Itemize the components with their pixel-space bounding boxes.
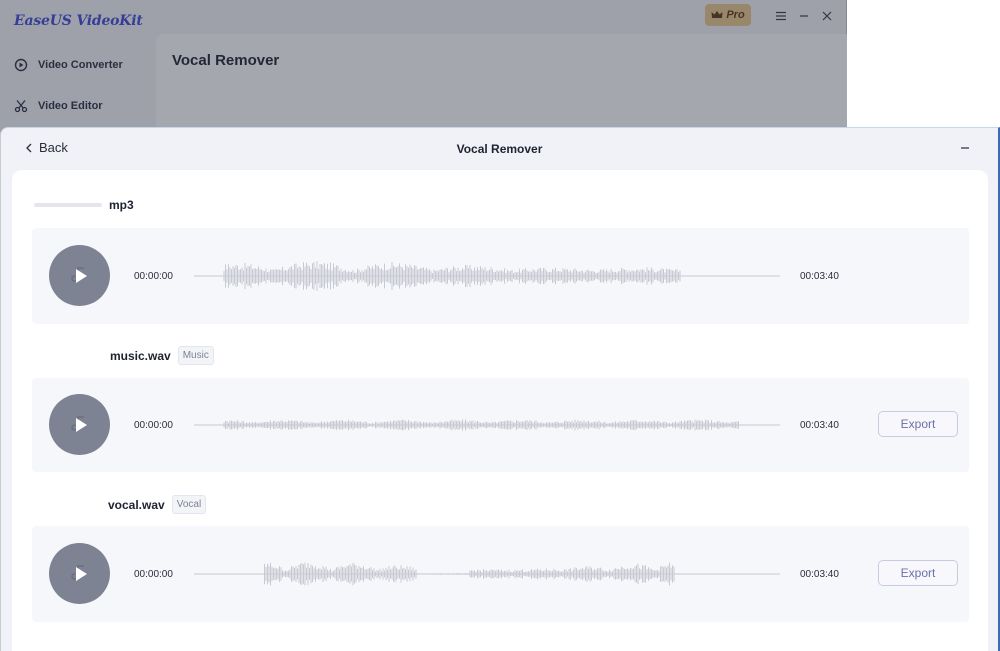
play-button[interactable] [49, 245, 110, 306]
audio-player-vocal: 00:00:00 00:03:40 Export [32, 526, 969, 622]
title-bar: EaseUS VideoKit Pro [0, 0, 846, 32]
track-type-badge: Music [177, 346, 214, 365]
minimize-window-icon[interactable] [795, 7, 813, 25]
waveform[interactable] [194, 405, 780, 445]
audio-player-music: 00:00:00 00:03:40 Export [32, 378, 969, 472]
vocal-remover-panel: Back Vocal Remover mp3 00:00:00 00:03:40 [0, 127, 1000, 651]
menu-icon[interactable] [772, 7, 790, 25]
play-icon [70, 564, 87, 581]
sidebar-item-label: Video Converter [38, 59, 123, 71]
export-button[interactable]: Export [878, 560, 958, 586]
panel-title: Vocal Remover [456, 142, 543, 156]
track-filename: mp3 [109, 198, 134, 212]
waveform[interactable] [194, 554, 780, 594]
duration-time: 00:03:40 [800, 569, 839, 580]
play-button[interactable] [49, 394, 110, 455]
current-time: 00:00:00 [134, 420, 173, 431]
track-file-label: mp3 [34, 198, 134, 212]
close-window-icon[interactable] [818, 7, 836, 25]
track-filename: music.wav [110, 348, 171, 363]
track-file-label: vocal.wav Vocal [108, 495, 207, 514]
play-icon [70, 266, 87, 283]
sidebar-item-video-converter[interactable]: Video Converter [14, 53, 123, 77]
duration-time: 00:03:40 [800, 271, 839, 282]
track-filename: vocal.wav [108, 497, 165, 512]
play-button[interactable] [49, 543, 110, 604]
track-file-label: music.wav Music [110, 346, 214, 365]
converter-icon [14, 58, 28, 72]
minimize-panel-icon[interactable] [956, 138, 974, 158]
app-logo: EaseUS VideoKit [14, 13, 143, 29]
scissors-icon [14, 100, 28, 113]
pro-label: Pro [726, 9, 745, 21]
play-icon [70, 415, 87, 432]
duration-time: 00:03:40 [800, 420, 839, 431]
waveform[interactable] [194, 256, 780, 296]
crown-icon [711, 11, 723, 18]
panel-header: Back Vocal Remover [1, 128, 998, 170]
page-title: Vocal Remover [172, 52, 280, 69]
redacted-filename [34, 203, 102, 207]
tracks-container: mp3 00:00:00 00:03:40 music.wav Music 00… [12, 170, 988, 651]
sidebar-item-label: Video Editor [38, 100, 103, 112]
audio-player-original: 00:00:00 00:03:40 [32, 228, 969, 324]
pro-button[interactable]: Pro [705, 4, 751, 26]
current-time: 00:00:00 [134, 569, 173, 580]
current-time: 00:00:00 [134, 271, 173, 282]
sidebar-item-video-editor[interactable]: Video Editor [14, 94, 103, 118]
export-button[interactable]: Export [878, 411, 958, 437]
track-type-badge: Vocal [171, 495, 207, 514]
